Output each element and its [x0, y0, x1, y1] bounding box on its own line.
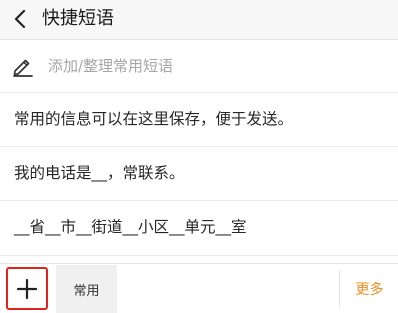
phrase-item[interactable]: __省__市__街道__小区__单元__室 [0, 201, 398, 256]
phrase-text: 常用的信息可以在这里保存，便于发送。 [14, 110, 294, 128]
add-manage-phrases-label: 添加/整理常用短语 [48, 57, 174, 75]
divider [339, 270, 340, 308]
add-phrase-button[interactable] [6, 267, 48, 310]
phrase-item[interactable]: 我的电话是__，常联系。 [0, 147, 398, 201]
phrase-text: __省__市__街道__小区__单元__室 [14, 218, 247, 236]
quick-phrases-screen: 快捷短语 添加/整理常用短语 常用的信息可以在这里保存，便于发送。 我的电话是_… [0, 0, 398, 313]
add-manage-phrases-row[interactable]: 添加/整理常用短语 [0, 40, 398, 93]
bottom-toolbar: 常用 更多 [0, 263, 398, 313]
page-title: 快捷短语 [42, 8, 114, 29]
tab-common[interactable]: 常用 [56, 265, 117, 313]
plus-icon [16, 278, 38, 299]
chevron-left-icon [14, 9, 26, 29]
pencil-icon [13, 59, 33, 77]
back-button[interactable] [6, 4, 34, 34]
header-bar: 快捷短语 [0, 0, 398, 40]
phrase-item[interactable]: 常用的信息可以在这里保存，便于发送。 [0, 93, 398, 147]
more-button[interactable]: 更多 [341, 265, 398, 313]
phrase-text: 我的电话是__，常联系。 [14, 164, 185, 182]
